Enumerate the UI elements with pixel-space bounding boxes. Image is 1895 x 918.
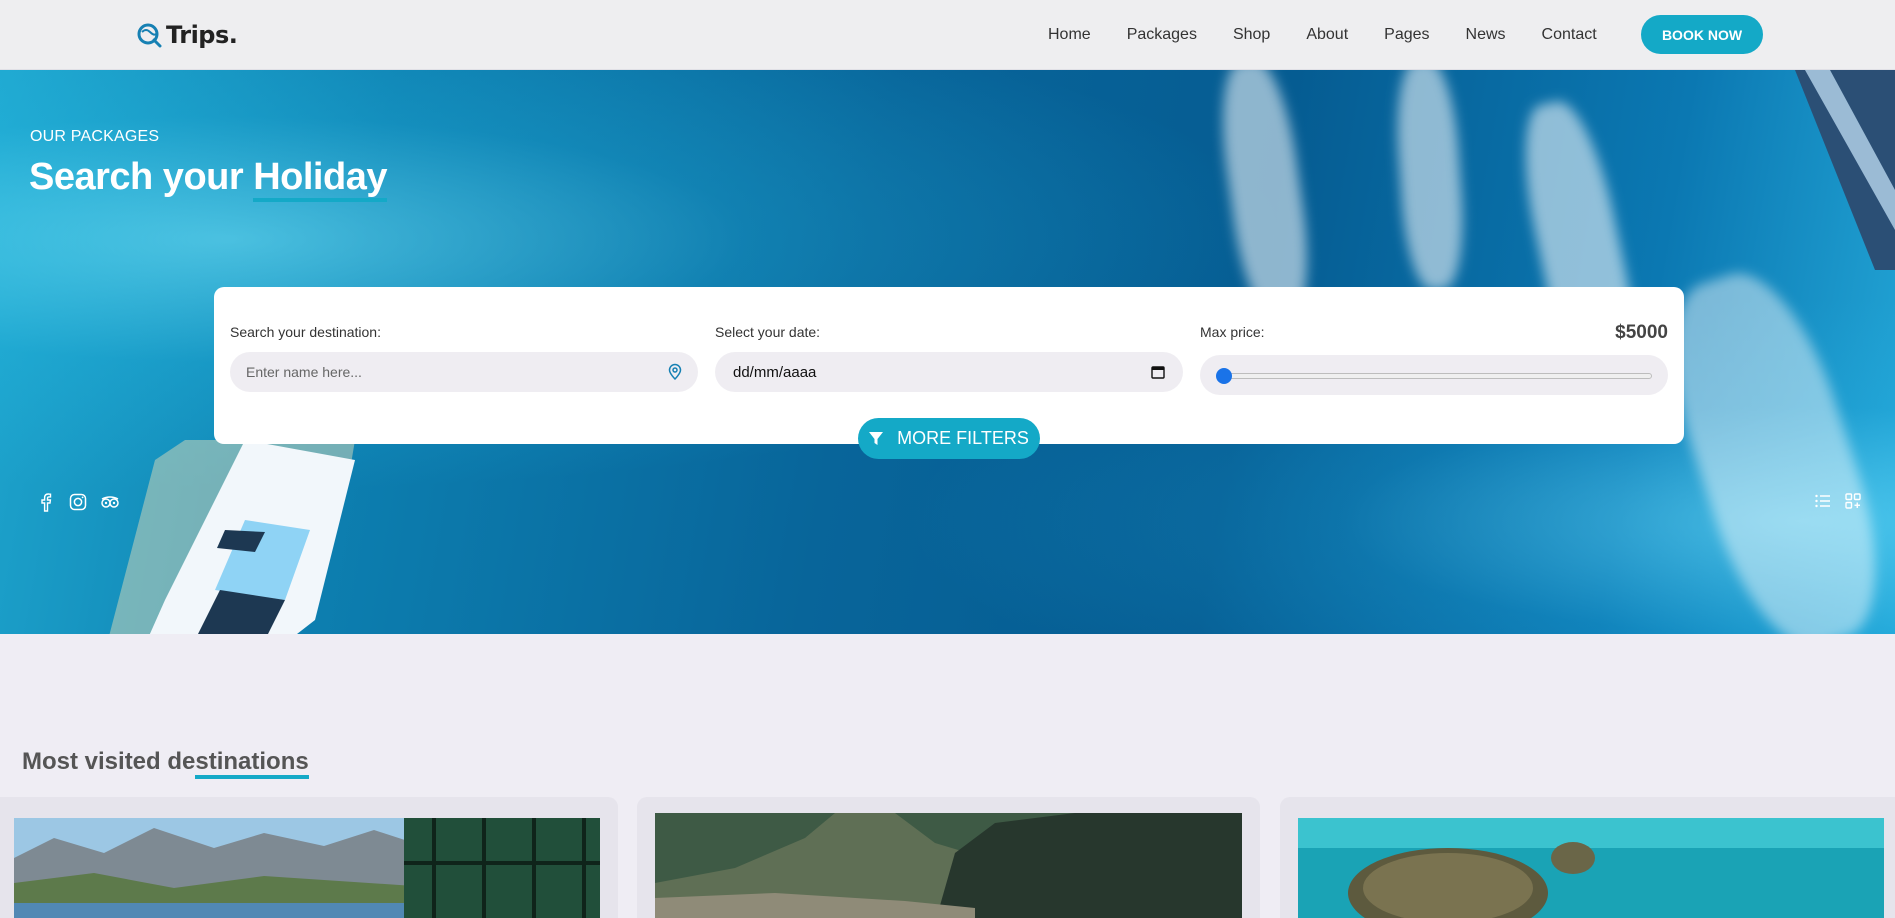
site-header: Trips. Home Packages Shop About Pages Ne…: [0, 0, 1895, 70]
more-filters-button[interactable]: MORE FILTERS: [858, 418, 1040, 459]
nav-about[interactable]: About: [1288, 22, 1366, 48]
social-links: [36, 492, 120, 512]
nav-pages[interactable]: Pages: [1366, 22, 1447, 48]
section-title-plain: Most visited de: [22, 748, 196, 775]
nav-shop[interactable]: Shop: [1215, 22, 1288, 48]
pier-image: [1795, 70, 1895, 270]
view-toggles: [1814, 492, 1862, 510]
price-value: $5000: [1615, 322, 1668, 343]
search-panel: Search your destination: Select your dat…: [214, 287, 1684, 459]
logo-text: Trips.: [166, 21, 238, 49]
nav-contact[interactable]: Contact: [1524, 22, 1615, 48]
slider-thumb[interactable]: [1216, 368, 1232, 384]
section-title: Most visited destinations: [22, 748, 309, 779]
price-label: Max price:: [1200, 324, 1265, 340]
slider-track: [1222, 373, 1652, 379]
destination-label: Search your destination:: [230, 324, 381, 340]
destination-card[interactable]: [637, 797, 1260, 918]
hero-title-plain: Search your: [29, 156, 254, 198]
date-label: Select your date:: [715, 324, 821, 340]
calendar-icon[interactable]: [1151, 365, 1165, 379]
hero-title-highlight: Holiday: [253, 156, 387, 202]
date-value: dd/mm/aaaa: [733, 363, 817, 381]
tripadvisor-icon[interactable]: [100, 492, 120, 512]
section-title-highlight: stinations: [195, 748, 309, 779]
wave-wake: [1392, 70, 1468, 292]
destination-input[interactable]: [230, 352, 698, 392]
list-view-icon[interactable]: [1814, 492, 1832, 510]
nav-packages[interactable]: Packages: [1109, 22, 1215, 48]
filter-icon: [869, 431, 884, 445]
map-pin-icon: [668, 363, 682, 381]
destination-card[interactable]: [1280, 797, 1895, 918]
instagram-icon[interactable]: [68, 492, 88, 512]
date-input[interactable]: dd/mm/aaaa: [715, 352, 1183, 392]
grid-view-icon[interactable]: [1844, 492, 1862, 510]
book-now-button[interactable]: BOOK NOW: [1641, 15, 1763, 54]
price-slider[interactable]: [1200, 355, 1668, 395]
facebook-icon[interactable]: [36, 492, 56, 512]
hero-eyebrow: OUR PACKAGES: [30, 128, 160, 145]
main-nav: Home Packages Shop About Pages News Cont…: [1030, 22, 1615, 48]
destination-image: [655, 813, 1242, 918]
hero-title: Search your Holiday: [29, 156, 387, 202]
more-filters-label: MORE FILTERS: [897, 428, 1029, 448]
nav-news[interactable]: News: [1448, 22, 1524, 48]
destination-image: [14, 818, 600, 918]
destination-image: [1298, 818, 1884, 918]
yacht-image: [109, 440, 355, 634]
wave-wake: [1212, 70, 1318, 324]
search-globe-icon: [137, 23, 162, 48]
destination-card[interactable]: [0, 797, 618, 918]
logo[interactable]: Trips.: [136, 19, 238, 51]
nav-home[interactable]: Home: [1030, 22, 1109, 48]
